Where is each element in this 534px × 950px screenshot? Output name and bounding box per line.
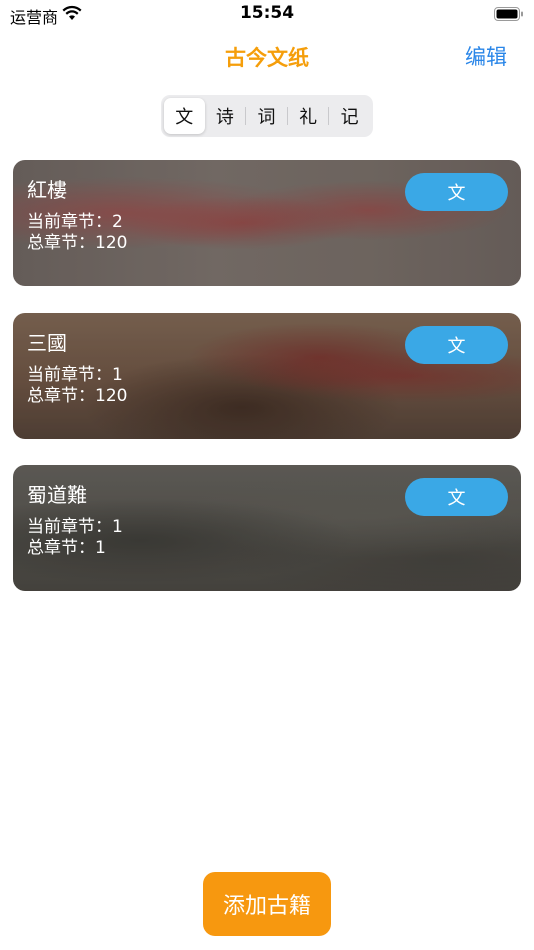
total-chapter-label: 总章节： [27, 386, 95, 406]
current-chapter-line: 当前章节：1 [27, 517, 123, 538]
book-card-shudao[interactable]: 蜀道難 当前章节：1 总章节：1 文 [13, 465, 521, 591]
total-chapter-label: 总章节： [27, 538, 95, 558]
book-card-sanguo[interactable]: 三國 当前章节：1 总章节：120 文 [13, 313, 521, 439]
total-chapter-value: 1 [95, 538, 106, 558]
edit-button[interactable]: 编辑 [465, 41, 507, 71]
book-type-button[interactable]: 文 [405, 326, 508, 364]
current-chapter-label: 当前章节： [27, 365, 112, 385]
book-title: 紅樓 [27, 178, 67, 202]
current-chapter-line: 当前章节：1 [27, 365, 123, 386]
segment-wen[interactable]: 文 [164, 98, 205, 134]
segment-ji[interactable]: 记 [329, 98, 370, 134]
add-book-button[interactable]: 添加古籍 [203, 872, 331, 936]
total-chapter-value: 120 [95, 233, 128, 253]
current-chapter-label: 当前章节： [27, 212, 112, 232]
total-chapter-value: 120 [95, 386, 128, 406]
total-chapter-line: 总章节：1 [27, 538, 106, 559]
segment-li[interactable]: 礼 [288, 98, 329, 134]
page-title: 古今文纸 [225, 46, 309, 70]
current-chapter-value: 1 [112, 365, 123, 385]
nav-bar: 古今文纸 编辑 [0, 30, 534, 82]
segment-shi[interactable]: 诗 [205, 98, 246, 134]
category-segmented-control: 文 诗 词 礼 记 [161, 95, 373, 137]
current-chapter-line: 当前章节：2 [27, 212, 123, 233]
total-chapter-label: 总章节： [27, 233, 95, 253]
current-chapter-label: 当前章节： [27, 517, 112, 537]
status-bar: 运营商 15:54 [0, 0, 534, 30]
segment-ci[interactable]: 词 [246, 98, 287, 134]
current-chapter-value: 1 [112, 517, 123, 537]
book-title: 蜀道難 [27, 483, 87, 507]
book-type-button[interactable]: 文 [405, 478, 508, 516]
book-title: 三國 [27, 331, 67, 355]
book-type-button[interactable]: 文 [405, 173, 508, 211]
status-time: 15:54 [239, 3, 295, 23]
book-card-honglou[interactable]: 紅樓 当前章节：2 总章节：120 文 [13, 160, 521, 286]
total-chapter-line: 总章节：120 [27, 386, 127, 407]
current-chapter-value: 2 [112, 212, 123, 232]
total-chapter-line: 总章节：120 [27, 233, 127, 254]
battery-icon [494, 7, 523, 21]
